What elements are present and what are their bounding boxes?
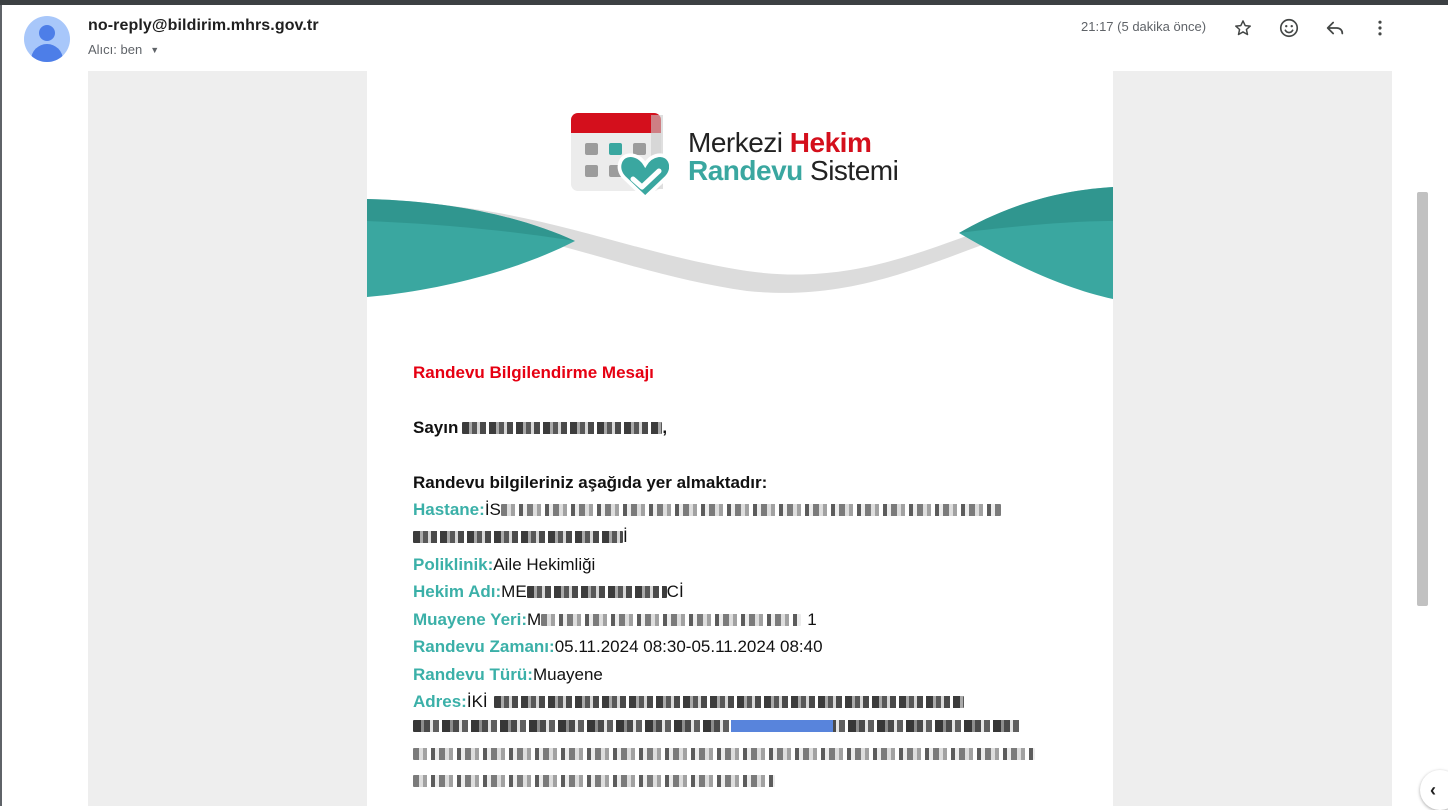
field-adres-line3 bbox=[413, 748, 1035, 760]
field-randevu-turu: Randevu Türü: Muayene bbox=[413, 665, 603, 685]
hastane-label: Hastane: bbox=[413, 500, 485, 519]
window-top-border bbox=[0, 0, 1448, 5]
redacted-adres-line3 bbox=[413, 748, 1035, 760]
redacted-hastane bbox=[500, 504, 1001, 516]
sender-avatar[interactable] bbox=[24, 16, 70, 62]
muayene-yeri-value-suffix: 1 bbox=[807, 610, 817, 629]
header-wave-decoration bbox=[367, 187, 1113, 299]
randevu-turu-label: Randevu Türü: bbox=[413, 665, 533, 684]
window-left-border bbox=[0, 5, 2, 806]
hekim-value-prefix: ME bbox=[501, 582, 527, 601]
poliklinik-label: Poliklinik: bbox=[413, 555, 494, 574]
avatar-head-shape bbox=[39, 25, 55, 41]
redacted-recipient-name bbox=[462, 422, 663, 434]
randevu-zamani-label: Randevu Zamanı: bbox=[413, 637, 555, 656]
emoji-icon[interactable] bbox=[1275, 14, 1303, 42]
redacted-adres-line4 bbox=[413, 775, 775, 787]
avatar-body-shape bbox=[31, 44, 63, 62]
adres-label: Adres: bbox=[413, 692, 467, 711]
muayene-yeri-value-prefix: M bbox=[527, 610, 542, 629]
muayene-yeri-label: Muayene Yeri: bbox=[413, 610, 528, 629]
more-vert-icon[interactable] bbox=[1366, 14, 1394, 42]
field-hastane: Hastane: İS bbox=[413, 500, 1001, 520]
adres-value-prefix: İKİ bbox=[466, 692, 488, 711]
redacted-hastane-line2 bbox=[413, 531, 623, 543]
hastane-value-prefix: İS bbox=[484, 500, 501, 519]
email-card: Merkezi Hekim Randevu Sistemi Randevu Bi… bbox=[367, 71, 1113, 806]
randevu-turu-value: Muayene bbox=[532, 665, 603, 684]
greeting-comma: , bbox=[662, 418, 668, 437]
hekim-label: Hekim Adı: bbox=[413, 582, 502, 601]
scrollbar-thumb[interactable] bbox=[1417, 192, 1428, 606]
randevu-zamani-value: 05.11.2024 08:30-05.11.2024 08:40 bbox=[554, 637, 823, 656]
field-adres-line4 bbox=[413, 775, 775, 787]
logo-hekim: Hekim bbox=[789, 127, 872, 158]
redacted-adres-line1 bbox=[493, 696, 964, 708]
field-hastane-line2: İ bbox=[413, 527, 628, 547]
redacted-hekim bbox=[526, 586, 667, 598]
field-randevu-zamani: Randevu Zamanı: 05.11.2024 08:30-05.11.2… bbox=[413, 637, 823, 657]
chevron-down-icon: ▼ bbox=[150, 44, 160, 55]
reply-icon[interactable] bbox=[1321, 14, 1349, 42]
poliklinik-value: Aile Hekimliği bbox=[493, 555, 596, 574]
greeting-line: Sayın , bbox=[413, 418, 667, 438]
field-poliklinik: Poliklinik: Aile Hekimliği bbox=[413, 555, 595, 575]
logo-merkezi: Merkezi bbox=[688, 127, 790, 158]
hastane-line2-suffix: İ bbox=[623, 527, 628, 546]
greeting-text: Sayın bbox=[413, 418, 459, 437]
brand-logo-text: Merkezi Hekim Randevu Sistemi bbox=[688, 127, 899, 185]
message-timestamp: 21:17 (5 dakika önce) bbox=[1081, 19, 1207, 34]
hekim-value-suffix: Cİ bbox=[666, 582, 684, 601]
field-adres-line2 bbox=[413, 720, 1021, 732]
field-muayene-yeri: Muayene Yeri: M 1 bbox=[413, 610, 817, 630]
star-icon[interactable] bbox=[1229, 14, 1257, 42]
recipients-toggle[interactable]: Alıcı: ben ▼ bbox=[88, 42, 159, 57]
sender-address[interactable]: no-reply@bildirim.mhrs.gov.tr bbox=[88, 17, 319, 35]
field-hekim: Hekim Adı: ME Cİ bbox=[413, 582, 684, 602]
redacted-adres-line2 bbox=[413, 720, 1021, 732]
message-title: Randevu Bilgilendirme Mesajı bbox=[413, 363, 654, 382]
intro-text: Randevu bilgileriniz aşağıda yer almakta… bbox=[413, 473, 768, 492]
redacted-muayene-yeri bbox=[541, 614, 802, 626]
field-adres: Adres: İKİ bbox=[413, 692, 964, 712]
recipients-label: Alıcı: ben bbox=[88, 42, 143, 57]
